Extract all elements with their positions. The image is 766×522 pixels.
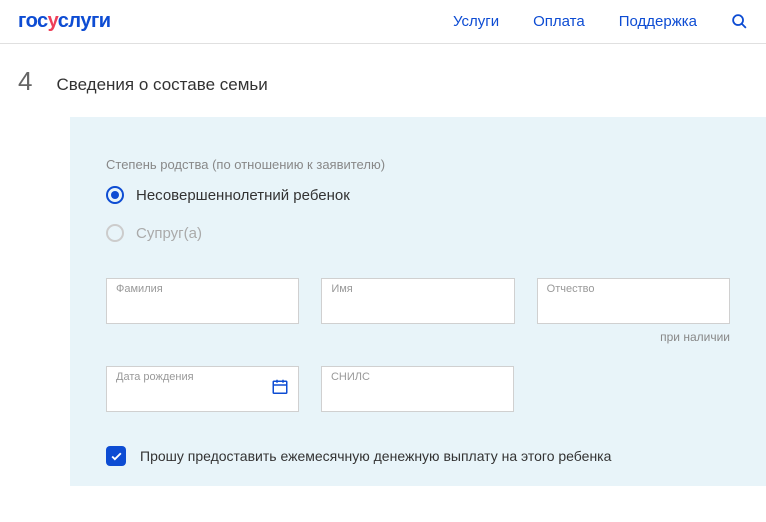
- logo[interactable]: госуслуги: [18, 10, 111, 33]
- logo-part-slugi: слуги: [58, 10, 111, 32]
- form-panel: Степень родства (по отношению к заявител…: [70, 117, 766, 486]
- relationship-radio-group: Несовершеннолетний ребенок Супруг(а): [106, 186, 730, 242]
- step-header: 4 Сведения о составе семьи: [0, 44, 766, 117]
- snils-input[interactable]: [321, 366, 514, 412]
- nav-payment[interactable]: Оплата: [533, 13, 585, 30]
- nav-support[interactable]: Поддержка: [619, 13, 697, 30]
- birthdate-input[interactable]: [106, 366, 299, 412]
- patronymic-field-wrap: Отчество: [537, 278, 730, 324]
- firstname-input[interactable]: [321, 278, 514, 324]
- birthdate-field-wrap: Дата рождения: [106, 366, 299, 412]
- patronymic-input[interactable]: [537, 278, 730, 324]
- step-title: Сведения о составе семьи: [56, 75, 267, 95]
- checkmark-icon: [106, 446, 126, 466]
- firstname-field-wrap: Имя: [321, 278, 514, 324]
- radio-child-label: Несовершеннолетний ребенок: [136, 187, 350, 204]
- logo-part-u: у: [48, 10, 58, 32]
- search-icon[interactable]: [731, 13, 748, 30]
- lastname-input[interactable]: [106, 278, 299, 324]
- logo-part-gos: гос: [18, 10, 48, 32]
- payment-checkbox-label: Прошу предоставить ежемесячную денежную …: [140, 448, 611, 464]
- radio-spouse: Супруг(а): [106, 224, 730, 242]
- nav-services[interactable]: Услуги: [453, 13, 499, 30]
- radio-child[interactable]: Несовершеннолетний ребенок: [106, 186, 730, 204]
- payment-checkbox-row[interactable]: Прошу предоставить ежемесячную денежную …: [106, 446, 730, 466]
- radio-spouse-label: Супруг(а): [136, 225, 202, 242]
- lastname-field-wrap: Фамилия: [106, 278, 299, 324]
- radio-indicator-icon: [106, 186, 124, 204]
- relationship-label: Степень родства (по отношению к заявител…: [106, 157, 730, 172]
- top-nav: Услуги Оплата Поддержка: [453, 13, 748, 30]
- snils-field-wrap: СНИЛС: [321, 366, 514, 412]
- radio-indicator-icon: [106, 224, 124, 242]
- step-number: 4: [18, 66, 32, 97]
- patronymic-hint: при наличии: [106, 330, 730, 344]
